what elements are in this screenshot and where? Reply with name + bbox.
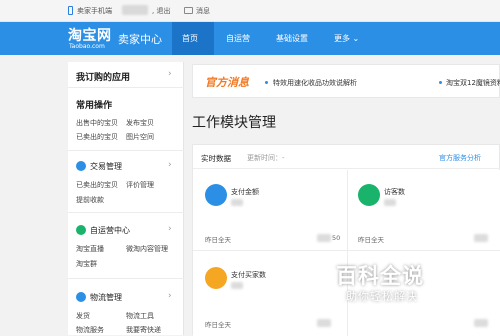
sidebar-link-group[interactable]: 淘宝群: [76, 259, 97, 269]
messages-link[interactable]: 消息: [196, 6, 210, 16]
taobao-logo[interactable]: 淘宝网: [68, 25, 112, 45]
divider: [68, 278, 184, 279]
module-title: 工作模块管理: [192, 115, 276, 131]
value-redacted: [231, 282, 243, 289]
value-redacted: [384, 199, 396, 206]
seller-phone-link[interactable]: 卖家手机端: [77, 6, 112, 16]
chevron-right-icon: ›: [168, 160, 172, 170]
bullet-icon: [265, 81, 268, 84]
section-title-trade[interactable]: 交易管理: [90, 161, 122, 172]
notice-item[interactable]: 特效用速化收品功效说解析: [273, 78, 357, 88]
sidebar-header[interactable]: 我订购的应用 ›: [68, 62, 184, 88]
nav-item-basic-settings[interactable]: 基础设置: [266, 22, 318, 55]
sidebar-link-sold-2[interactable]: 已卖出的宝贝: [76, 180, 118, 190]
bullet-icon: [439, 81, 442, 84]
nav-item-more[interactable]: 更多 ⌄: [324, 22, 369, 55]
sidebar-link-logistics-tool[interactable]: 物流工具: [126, 311, 154, 321]
chevron-right-icon: ›: [168, 291, 172, 301]
username-redacted: [122, 5, 148, 15]
phone-icon: [68, 6, 73, 15]
section-title-logistics[interactable]: 物流管理: [90, 292, 122, 303]
realtime-label: 实时数据: [201, 154, 231, 163]
value-redacted: [231, 199, 243, 206]
buyer-icon: [205, 267, 227, 289]
sidebar-link-advance[interactable]: 提前收款: [76, 195, 104, 205]
sidebar-link-image-space[interactable]: 图片空间: [126, 132, 154, 142]
main-nav: 淘宝网 Taobao.com 卖家中心 首页 自运营 基础设置 更多 ⌄: [0, 22, 500, 55]
logout-label[interactable]: 退出: [156, 7, 170, 15]
metric-card-visitors[interactable]: 访客数 昨日全天: [348, 170, 500, 250]
yen-icon: [76, 161, 86, 171]
update-time: 更新时间：-: [247, 154, 285, 162]
value-redacted: [474, 319, 488, 327]
official-notice-bar: 官方消息 特效用速化收品功效说解析 淘宝双12魔镜资料: [192, 64, 500, 98]
watermark-title: 百科全说: [336, 264, 424, 288]
value-redacted: [317, 319, 331, 327]
chevron-right-icon: ›: [168, 224, 172, 234]
metric-yesterday-value: 50: [332, 234, 341, 242]
metric-label: 支付买家数: [231, 271, 266, 279]
realtime-data-panel: 实时数据 更新时间：- 官方服务分析 支付金额 昨日全天 50 访客数 昨日全天…: [192, 144, 500, 336]
value-redacted: [474, 234, 488, 242]
sidebar-link-logistics-service[interactable]: 物流服务: [76, 325, 104, 335]
chevron-down-icon: ⌄: [352, 34, 360, 43]
sidebar-link-review[interactable]: 评价管理: [126, 180, 154, 190]
chevron-right-icon: ›: [168, 69, 172, 79]
metric-card-payment[interactable]: 支付金额 昨日全天 50: [193, 170, 347, 250]
sidebar-link-publish[interactable]: 发布宝贝: [126, 118, 154, 128]
sidebar-link-ship[interactable]: 发货: [76, 311, 90, 321]
taobao-logo-sub: Taobao.com: [69, 43, 105, 50]
metric-footer: 昨日全天: [358, 236, 384, 244]
logout-link[interactable]: , 退出: [152, 6, 170, 16]
metric-footer: 昨日全天: [205, 236, 231, 244]
metric-card-buyers[interactable]: 支付买家数 昨日全天: [193, 251, 347, 336]
chat-icon: [76, 225, 86, 235]
sidebar-title: 我订购的应用: [76, 73, 131, 83]
sidebar: 我订购的应用 › 常用操作 出售中的宝贝 发布宝贝 已卖出的宝贝 图片空间 交易…: [68, 62, 184, 335]
official-service-link[interactable]: 官方服务分析: [439, 153, 481, 163]
top-bar: 卖家手机端 , 退出 消息: [0, 0, 500, 22]
section-title-self-op[interactable]: 自运营中心: [90, 225, 130, 236]
sidebar-link-weitao[interactable]: 微淘内容管理: [126, 244, 168, 254]
yen-icon: [205, 184, 227, 206]
metric-footer: 昨日全天: [205, 321, 231, 329]
mail-icon: [184, 7, 193, 14]
footprint-icon: [358, 184, 380, 206]
seller-center-title[interactable]: 卖家中心: [118, 31, 162, 47]
sidebar-link-sold[interactable]: 已卖出的宝贝: [76, 132, 118, 142]
watermark-subtitle: 助你轻松解决: [346, 290, 418, 303]
divider: [68, 212, 184, 213]
notice-item[interactable]: 淘宝双12魔镜资料: [446, 78, 500, 88]
notice-title: 官方消息: [205, 76, 249, 89]
sidebar-link-send-express[interactable]: 我要寄快递: [126, 325, 161, 335]
sidebar-link-live[interactable]: 淘宝直播: [76, 244, 104, 254]
truck-icon: [76, 292, 86, 302]
divider: [68, 150, 184, 151]
metric-label: 支付金额: [231, 188, 259, 196]
panel-header: 实时数据 更新时间：- 官方服务分析: [193, 145, 500, 169]
main-content: 官方消息 特效用速化收品功效说解析 淘宝双12魔镜资料 工作模块管理 实时数据 …: [184, 62, 500, 336]
nav-more-label: 更多: [334, 34, 350, 43]
nav-item-self-operation[interactable]: 自运营: [216, 22, 260, 55]
metric-label: 访客数: [384, 188, 405, 196]
value-redacted: [317, 234, 331, 242]
nav-item-home[interactable]: 首页: [172, 22, 214, 55]
section-title-common: 常用操作: [76, 101, 113, 111]
sidebar-link-on-sale[interactable]: 出售中的宝贝: [76, 118, 118, 128]
